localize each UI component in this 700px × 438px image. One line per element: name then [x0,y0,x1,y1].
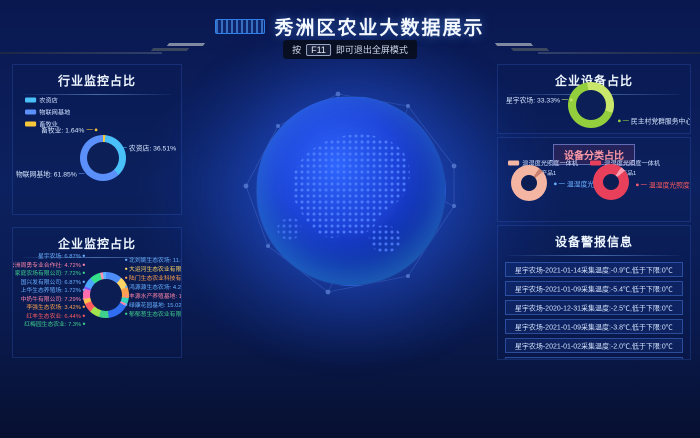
chart-callout: 红丰生态农业: 6.44% [26,311,85,320]
dashboard-root: 秀洲区农业大数据展示 按 F11 即可退出全屏模式 行业监控占比 农资店 物联网… [0,0,700,438]
corner-decoration [12,64,21,73]
legend-swatch [508,160,519,165]
chart-callout: 红梅园生态农业: 7.3% [24,319,85,328]
enterprise-donut-chart[interactable] [83,272,129,318]
panel-equipment-ratio: 企业设备占比 星宇农场: 33.33% 民主村党群服务中心: [497,64,691,134]
panel-device-classification: 设备分类占比 温湿度光照度一体机 一体机产品1 温湿度光照度一… 温湿度光照度一… [497,137,691,222]
corner-decoration [682,351,691,360]
fullscreen-tip: 按 F11 即可退出全屏模式 [283,40,417,59]
chart-callout: 秀洲周勇专业合作社: 4.72% [12,260,85,269]
header-decoration [495,43,533,46]
corner-decoration [12,227,21,236]
alarm-row: 星宇农场-2021-01-02采集温度:-2.0℃,低于下限:0℃ [505,338,683,353]
corner-decoration [173,349,182,358]
corner-decoration [497,213,506,222]
class-donut-right[interactable] [593,164,629,200]
equipment-donut-chart[interactable] [568,82,614,128]
chart-callout: 北刘姚生态农场: 11.56% [125,255,182,264]
brand-logo [215,19,265,34]
corner-decoration [682,64,691,73]
legend-label: 农资店 [39,95,58,104]
corner-decoration [173,206,182,215]
corner-decoration [682,137,691,146]
chart-callout: 陆门生态农业科技有限公司 [125,273,182,282]
globe-dotted-map [257,97,445,285]
header-line [0,52,162,54]
class-donut-left[interactable] [511,165,547,201]
corner-decoration [682,213,691,222]
chart-callout: 鸿源源生态农场: 4.299 [125,282,182,291]
chart-callout: 温湿度光照度一… [636,179,691,189]
chart-callout: 星宇农场: 33.33% [506,94,573,104]
legend-label: 物联网基地 [39,107,70,116]
panel-title: 企业监控占比 [13,228,181,252]
alarm-list: 星宇农场-2021-01-14采集温度:-0.9℃,低于下限:0℃ 星宇农场-2… [505,262,683,360]
legend-swatch [25,97,36,102]
chart-callout: 丰源水产养殖基地: 1. [125,291,182,300]
chart-callout: 李强生态农场: 3.42% [26,302,85,311]
alarm-row: 星宇农场-2020-12-31采集温度:-2.5℃,低于下限:0℃ [505,300,683,315]
alarm-row: 星宇农场-2021-01-14采集温度:-0.9℃,低于下限:0℃ [505,262,683,277]
corner-decoration [497,137,506,146]
header: 秀洲区农业大数据展示 [0,13,700,40]
corner-decoration [12,349,21,358]
title-rule [508,255,680,256]
legend-swatch [590,160,601,165]
header-decoration [151,48,189,51]
header-decoration [167,43,205,46]
chart-callout: 绿康花园基地: 15.02% [125,300,182,309]
chart-callout: 中奶牛有限公司: 7.29% [21,294,85,303]
corner-decoration [497,125,506,134]
legend-item[interactable]: 温湿度光照度一体机 [508,158,578,167]
legend-swatch [25,109,36,114]
page-title: 秀洲区农业大数据展示 [274,13,484,40]
chart-callout: 畜牧业: 1.64% [41,124,97,134]
chart-callout: 物联网基地: 61.85% [16,168,90,178]
chart-callout: 家庭农场有限公司: 7.72% [15,268,85,277]
chart-callout: 农资店: 36.51% [116,142,176,152]
alarm-row: 星宇农场-2021-01-09采集温度:-5.4℃,低于下限:0℃ [505,281,683,296]
corner-decoration [497,351,506,360]
panel-title: 行业监控占比 [13,65,181,89]
chart-callout: 民主村党群服务中心: [618,115,691,125]
corner-decoration [12,206,21,215]
panel-device-alarms: 设备警报信息 星宇农场-2021-01-14采集温度:-0.9℃,低于下限:0℃… [497,225,691,360]
panel-industry-monitor: 行业监控占比 农资店 物联网基地 畜牧业 畜牧业: 1.64% 农资店: 36.… [12,64,182,215]
corner-decoration [497,225,506,234]
corner-decoration [682,125,691,134]
panel-title: 设备警报信息 [498,226,690,250]
header-decoration [511,48,549,51]
fullscreen-tip-prefix: 按 [292,43,301,56]
alarm-row: 星宇农场-2021-01-09采集温度:-3.8℃,低于下限:0℃ [505,319,683,334]
corner-decoration [497,64,506,73]
chart-callout: 大运河生态农业有限责任公 [125,264,182,273]
chart-callout: 上华生态养殖场: 1.72% [21,285,85,294]
chart-callout: 星宇农场: 6.87% [38,251,85,260]
f11-keycap: F11 [306,44,331,56]
chart-callout: 国兴发有限公司: 6.87% [21,277,85,286]
panel-enterprise-monitor: 企业监控占比 星宇农场: 6.87% 秀洲周勇专业合作社: 4.72% 家庭农场… [12,227,182,358]
corner-decoration [173,227,182,236]
fullscreen-tip-suffix: 即可退出全屏模式 [336,43,408,56]
alarm-row: 星宇农场-2021-01-09采集温度:-0.9℃,低于下限:0℃ [505,357,683,360]
header-line [538,52,700,54]
corner-decoration [173,64,182,73]
legend-swatch [25,121,36,126]
corner-decoration [682,225,691,234]
legend-item[interactable]: 物联网基地 [25,107,70,116]
chart-callout: 郁郁葱生态农业有限公司: 6.879 [125,309,182,318]
legend-item[interactable]: 农资店 [25,95,58,104]
globe [256,96,446,286]
